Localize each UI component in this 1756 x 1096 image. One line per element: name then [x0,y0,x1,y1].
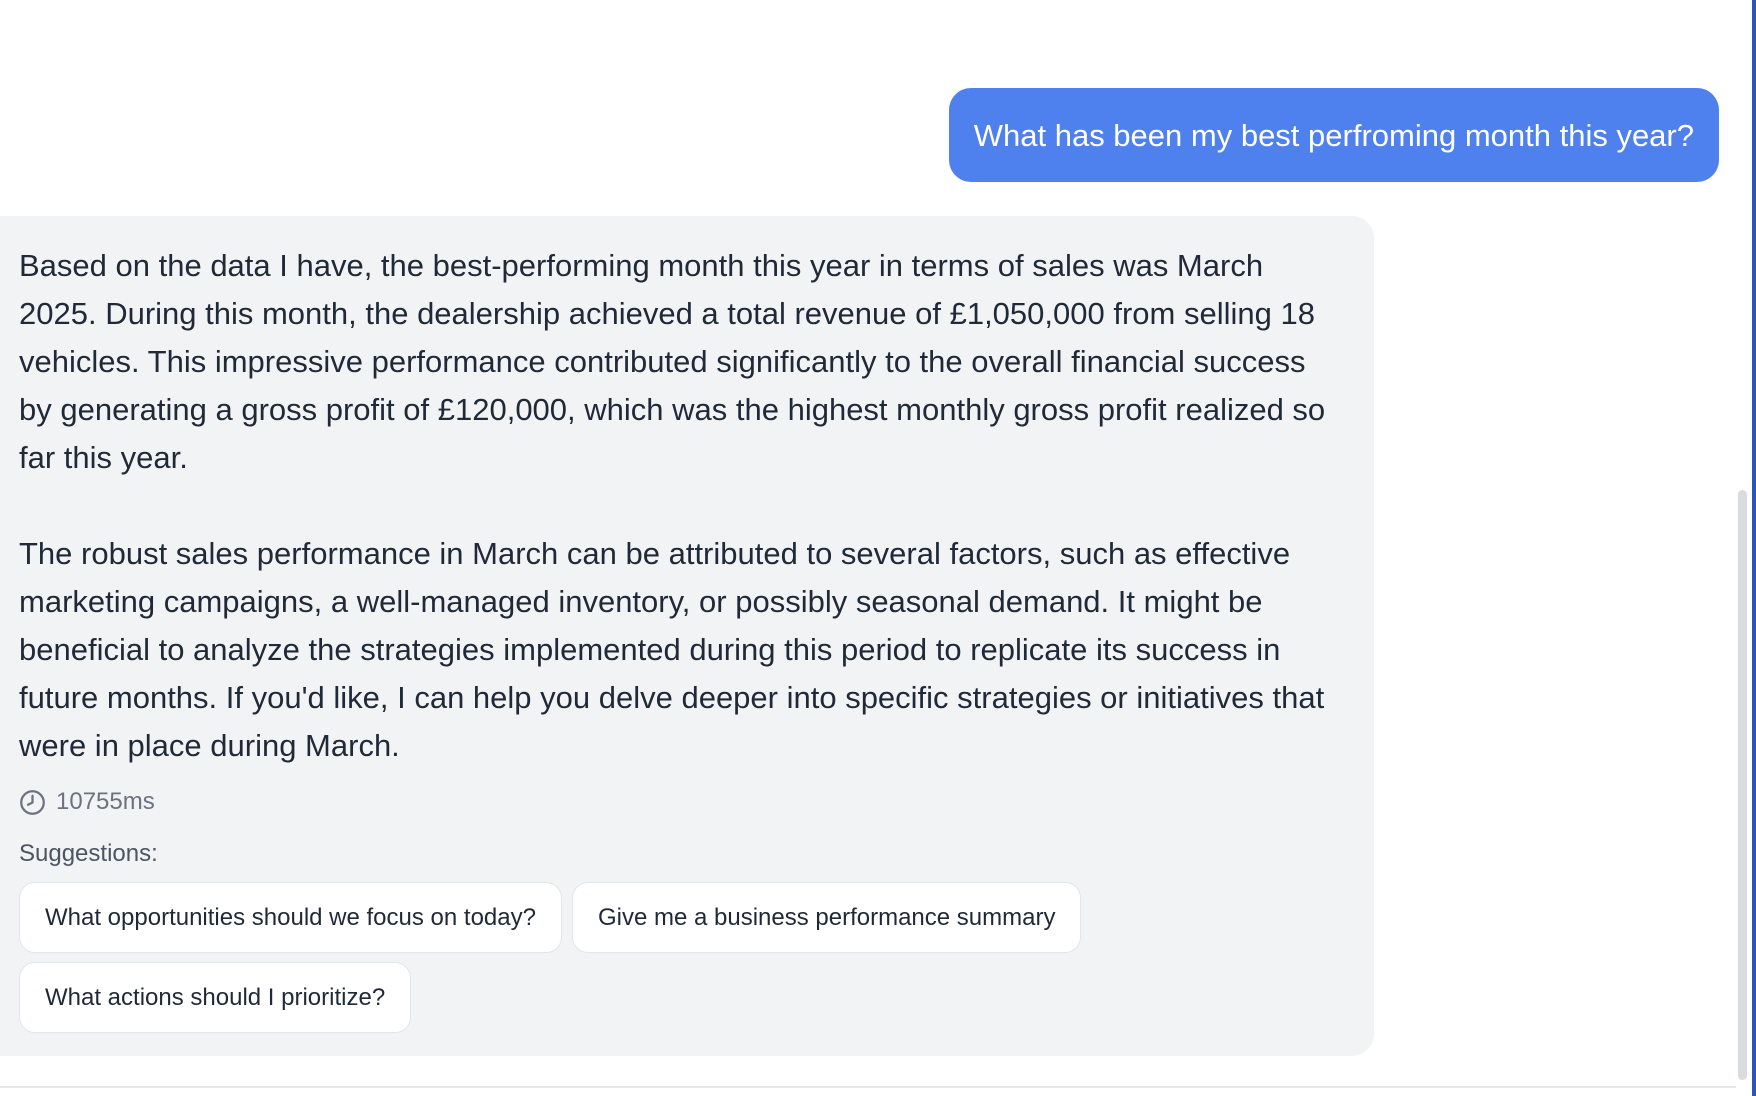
window-edge [1752,0,1756,1096]
scrollbar-thumb[interactable] [1738,490,1747,1080]
suggestion-chip-prioritize-actions[interactable]: What actions should I prioritize? [19,962,412,1033]
assistant-answer: Based on the data I have, the best-perfo… [19,242,1346,770]
user-message-row: What has been my best perfroming month t… [948,88,1719,182]
response-time-value: 10755ms [56,788,155,815]
assistant-message-bubble: Based on the data I have, the best-perfo… [0,216,1374,1056]
divider [0,1086,1736,1088]
user-message-bubble: What has been my best perfroming month t… [948,88,1719,182]
suggestion-chip-opportunities[interactable]: What opportunities should we focus on to… [19,882,562,953]
suggestion-chip-performance-summary[interactable]: Give me a business performance summary [571,882,1082,953]
chat-viewport: What has been my best perfroming month t… [0,0,1756,1096]
scrollbar[interactable] [1734,0,1751,1086]
answer-paragraph: The robust sales performance in March ca… [19,536,1325,763]
clock-icon [19,789,46,816]
suggestions-label: Suggestions: [19,840,158,867]
answer-paragraph: Based on the data I have, the best-perfo… [19,248,1326,475]
response-time: 10755ms [19,778,1346,826]
chat-message-list[interactable]: What has been my best perfroming month t… [0,0,1736,1086]
suggestions-list: What opportunities should we focus on to… [19,882,1199,1033]
